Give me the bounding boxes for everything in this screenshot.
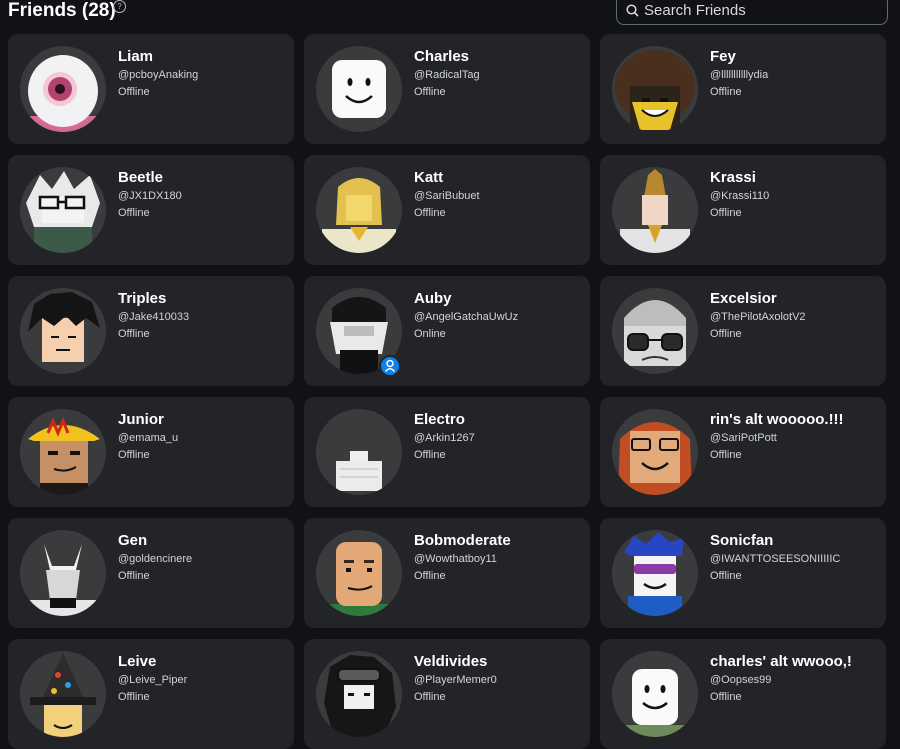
friend-handle: @Oopses99: [710, 674, 772, 686]
friend-name[interactable]: Excelsior: [710, 290, 777, 307]
online-presence-icon: [379, 355, 401, 377]
avatar[interactable]: [612, 288, 698, 374]
friend-handle: @SariBubuet: [414, 190, 480, 202]
friend-card[interactable]: Auby @AngelGatchaUwUz Online: [304, 276, 590, 386]
friend-status: Offline: [414, 207, 446, 219]
friend-card[interactable]: Sonicfan @IWANTTOSEESONIIIIIC Offline: [600, 518, 886, 628]
friend-handle: @pcboyAnaking: [118, 69, 199, 81]
avatar[interactable]: [316, 409, 402, 495]
friend-card[interactable]: Beetle @JX1DX180 Offline: [8, 155, 294, 265]
friend-handle: @emama_u: [118, 432, 179, 444]
friend-handle: @Jake410033: [118, 311, 190, 323]
friend-name[interactable]: Liam: [118, 48, 153, 65]
avatar[interactable]: [20, 651, 106, 737]
avatar[interactable]: [612, 651, 698, 737]
friend-handle: @IWANTTOSEESONIIIIIC: [710, 553, 841, 565]
friend-name[interactable]: Katt: [414, 169, 443, 186]
friend-card[interactable]: Electro @Arkin1267 Offline: [304, 397, 590, 507]
friend-card[interactable]: Bobmoderate @Wowthatboy11 Offline: [304, 518, 590, 628]
friend-card[interactable]: Krassi @Krassi110 Offline: [600, 155, 886, 265]
page-title: Friends (28): [8, 0, 116, 21]
friend-status: Offline: [118, 86, 150, 98]
friend-handle: @Wowthatboy11: [414, 553, 497, 565]
friend-card[interactable]: rin's alt wooooo.!!! @SariPotPott Offlin…: [600, 397, 886, 507]
friend-name[interactable]: charles' alt wwooo,!: [710, 653, 852, 670]
friend-handle: @RadicalTag: [414, 69, 480, 81]
friend-handle: @Krassi110: [710, 190, 770, 202]
friend-card[interactable]: Katt @SariBubuet Offline: [304, 155, 590, 265]
friend-handle: @SariPotPott: [710, 432, 777, 444]
avatar[interactable]: [20, 409, 106, 495]
search-icon: [626, 4, 639, 17]
friend-name[interactable]: Bobmoderate: [414, 532, 511, 549]
friend-card[interactable]: Liam @pcboyAnaking Offline: [8, 34, 294, 144]
friend-name[interactable]: Electro: [414, 411, 465, 428]
avatar[interactable]: [612, 46, 698, 132]
avatar[interactable]: [316, 530, 402, 616]
avatar[interactable]: [612, 409, 698, 495]
avatar[interactable]: [20, 288, 106, 374]
avatar[interactable]: [316, 167, 402, 253]
friend-card[interactable]: Junior @emama_u Offline: [8, 397, 294, 507]
friend-status: Offline: [710, 570, 742, 582]
friend-card[interactable]: Fey @lllllllllllydia Offline: [600, 34, 886, 144]
friend-status: Offline: [414, 691, 446, 703]
avatar[interactable]: [316, 651, 402, 737]
friend-status: Offline: [118, 570, 150, 582]
friend-handle: @Arkin1267: [414, 432, 475, 444]
avatar[interactable]: [612, 530, 698, 616]
friend-name[interactable]: Sonicfan: [710, 532, 773, 549]
friend-status: Offline: [710, 86, 742, 98]
friend-status: Offline: [118, 449, 150, 461]
friend-status: Offline: [118, 328, 150, 340]
friend-card[interactable]: Gen @goldencinere Offline: [8, 518, 294, 628]
friend-name[interactable]: Beetle: [118, 169, 163, 186]
friend-name[interactable]: Krassi: [710, 169, 756, 186]
friend-status: Online: [414, 328, 446, 340]
avatar[interactable]: [20, 530, 106, 616]
friend-name[interactable]: Charles: [414, 48, 469, 65]
friend-status: Offline: [710, 328, 742, 340]
friend-name[interactable]: Fey: [710, 48, 736, 65]
friend-handle: @PlayerMemer0: [414, 674, 497, 686]
friend-status: Offline: [118, 207, 150, 219]
avatar[interactable]: [612, 167, 698, 253]
friend-card[interactable]: charles' alt wwooo,! @Oopses99 Offline: [600, 639, 886, 749]
avatar[interactable]: [20, 167, 106, 253]
friend-status: Offline: [414, 570, 446, 582]
avatar[interactable]: [20, 46, 106, 132]
friend-status: Offline: [710, 691, 742, 703]
friend-name[interactable]: Leive: [118, 653, 156, 670]
friend-name[interactable]: rin's alt wooooo.!!!: [710, 411, 844, 428]
friend-handle: @ThePilotAxolotV2: [710, 311, 806, 323]
friend-card[interactable]: Triples @Jake410033 Offline: [8, 276, 294, 386]
search-input[interactable]: [644, 0, 874, 20]
friend-card[interactable]: Charles @RadicalTag Offline: [304, 34, 590, 144]
friend-status: Offline: [414, 86, 446, 98]
question-circle-icon[interactable]: ?: [113, 0, 126, 13]
friend-card[interactable]: Excelsior @ThePilotAxolotV2 Offline: [600, 276, 886, 386]
friend-handle: @JX1DX180: [118, 190, 182, 202]
friend-name[interactable]: Veldivides: [414, 653, 487, 670]
friend-handle: @lllllllllllydia: [710, 69, 769, 81]
avatar[interactable]: [316, 46, 402, 132]
friends-header: Friends (28) ?: [0, 0, 900, 30]
friend-status: Offline: [710, 207, 742, 219]
friend-status: Offline: [414, 449, 446, 461]
friend-handle: @AngelGatchaUwUz: [414, 311, 519, 323]
friend-name[interactable]: Triples: [118, 290, 166, 307]
friend-card[interactable]: Leive @Leive_Piper Offline: [8, 639, 294, 749]
friend-name[interactable]: Gen: [118, 532, 147, 549]
friend-handle: @goldencinere: [118, 553, 193, 565]
search-box[interactable]: [616, 0, 888, 25]
friend-name[interactable]: Junior: [118, 411, 164, 428]
friend-handle: @Leive_Piper: [118, 674, 188, 686]
friend-status: Offline: [118, 691, 150, 703]
friend-name[interactable]: Auby: [414, 290, 452, 307]
friend-card[interactable]: Veldivides @PlayerMemer0 Offline: [304, 639, 590, 749]
friend-status: Offline: [710, 449, 742, 461]
